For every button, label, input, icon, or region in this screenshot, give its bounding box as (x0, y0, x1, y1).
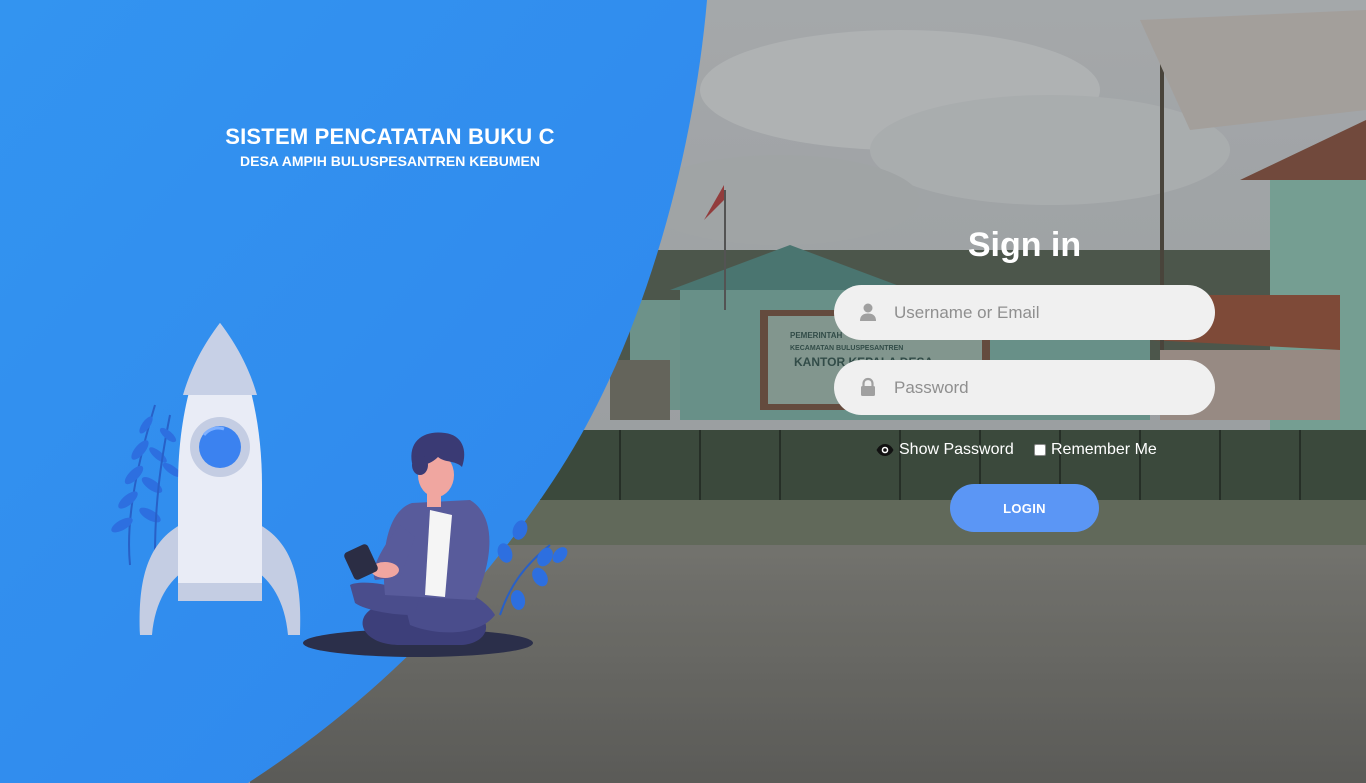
signin-form: Sign in Show Password (834, 222, 1215, 542)
show-password-toggle[interactable]: Show Password (876, 439, 1014, 461)
rocket-person-illustration (111, 323, 568, 657)
user-icon (860, 303, 876, 321)
password-input[interactable] (894, 360, 1194, 415)
remember-me-checkbox[interactable] (1034, 444, 1046, 456)
login-button[interactable]: LOGIN (950, 484, 1099, 532)
remember-me-option[interactable]: Remember Me (1034, 439, 1157, 461)
lock-icon (861, 377, 875, 396)
password-field[interactable] (834, 360, 1215, 415)
person-illustration (344, 432, 495, 645)
leaves-right-illustration (497, 520, 568, 616)
remember-me-label: Remember Me (1051, 441, 1157, 458)
options-row: Show Password Remember Me (876, 439, 1196, 461)
form-title: Sign in (967, 226, 1082, 264)
app-subtitle: DESA AMPIH BULUSPESANTREN KEBUMEN (240, 153, 540, 169)
username-input[interactable] (894, 285, 1194, 340)
rocket-illustration (139, 323, 301, 635)
username-field[interactable] (834, 285, 1215, 340)
app-title: SISTEM PENCATATAN BUKU C (225, 124, 555, 149)
eye-icon (876, 444, 894, 456)
login-page: PEMERINTAH KECAMATAN BULUSPESANTREN KANT… (0, 0, 1366, 783)
show-password-label: Show Password (899, 441, 1014, 458)
